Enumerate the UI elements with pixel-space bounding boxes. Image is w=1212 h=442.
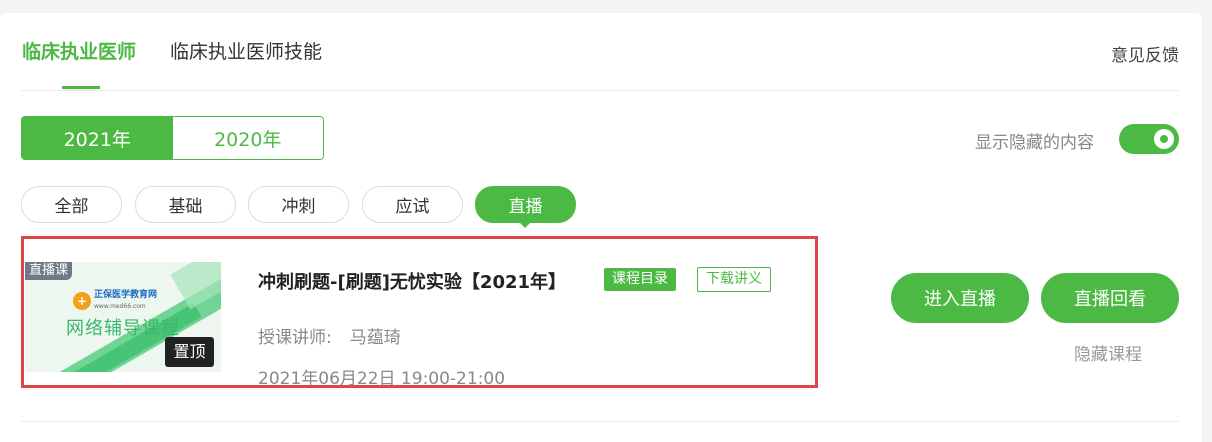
filter-live[interactable]: 直播: [475, 186, 576, 223]
brand-logo: + 正保医学教育网 www.med66.com: [73, 290, 157, 312]
filter-sprint[interactable]: 冲刺: [248, 186, 349, 223]
filter-basic[interactable]: 基础: [135, 186, 236, 223]
show-hidden-toggle[interactable]: [1119, 124, 1179, 154]
divider: [21, 421, 1179, 422]
download-handout-button[interactable]: 下载讲义: [697, 267, 771, 292]
toggle-knob: [1154, 129, 1174, 149]
year-selector: 2021年 2020年: [21, 116, 324, 160]
divider: [21, 90, 1179, 91]
logo-url: www.med66.com: [94, 303, 146, 310]
year-2020-button[interactable]: 2020年: [172, 117, 323, 159]
course-datetime: 2021年06月22日 19:00-21:00: [258, 369, 506, 389]
course-title[interactable]: 冲刺刷题-[刷题]无忧实验【2021年】: [258, 268, 566, 294]
tab-clinical-physician[interactable]: 临床执业医师: [22, 40, 136, 64]
thumbnail-title: 网络辅导课程: [66, 318, 180, 339]
active-filter-pointer: [518, 221, 532, 228]
show-hidden-label: 显示隐藏的内容: [975, 133, 1094, 153]
logo-name: 正保医学教育网: [94, 290, 158, 300]
filter-all[interactable]: 全部: [21, 186, 122, 223]
lecturer-info: 授课讲师: 马蕴琦: [258, 323, 401, 348]
logo-icon: +: [73, 292, 91, 310]
course-catalog-button[interactable]: 课程目录: [604, 268, 676, 291]
hide-course-link[interactable]: 隐藏课程: [1074, 340, 1142, 365]
feedback-link[interactable]: 意见反馈: [1111, 41, 1179, 66]
enter-live-button[interactable]: 进入直播: [891, 273, 1029, 323]
lecturer-label: 授课讲师:: [258, 328, 332, 348]
tab-clinical-physician-skills[interactable]: 临床执业医师技能: [170, 40, 322, 64]
active-tab-indicator: [62, 86, 100, 89]
filter-exam[interactable]: 应试: [362, 186, 463, 223]
pinned-badge: 置顶: [165, 337, 214, 367]
year-2021-button[interactable]: 2021年: [22, 117, 173, 159]
lecturer-name: 马蕴琦: [349, 328, 401, 348]
live-course-badge: 直播课: [25, 262, 73, 280]
live-replay-button[interactable]: 直播回看: [1041, 273, 1179, 323]
